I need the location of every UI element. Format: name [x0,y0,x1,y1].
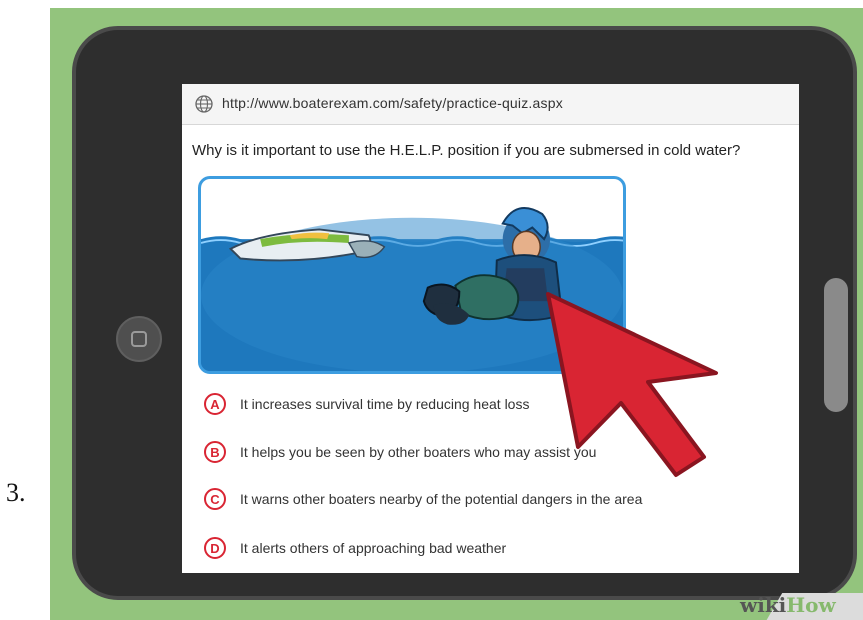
wikihow-logo-how: How [786,593,836,617]
answer-text-d: It alerts others of approaching bad weat… [240,540,507,556]
address-bar[interactable]: http://www.boaterexam.com/safety/practic… [182,84,799,125]
answer-letter-b: B [204,441,226,463]
wikihow-logo: wikiHow [740,593,836,617]
answer-option-c[interactable]: C It warns other boaters nearby of the p… [204,485,642,513]
answer-option-b[interactable]: B It helps you be seen by other boaters … [204,438,596,466]
globe-icon [195,95,213,113]
quiz-question: Why is it important to use the H.E.L.P. … [192,142,741,159]
answer-text-b: It helps you be seen by other boaters wh… [240,444,597,460]
tablet-device: http://www.boaterexam.com/safety/practic… [72,26,857,600]
tablet-screen: http://www.boaterexam.com/safety/practic… [182,84,799,573]
boat-and-person-in-water-illustration [198,176,626,374]
side-handle [824,278,848,412]
step-number: 3. [6,478,26,507]
answer-option-a[interactable]: A It increases survival time by reducing… [204,390,529,418]
answer-letter-d: D [204,537,226,559]
url-text[interactable]: http://www.boaterexam.com/safety/practic… [222,95,563,111]
answer-letter-c: C [204,488,226,510]
answer-option-d[interactable]: D It alerts others of approaching bad we… [204,534,506,562]
answer-text-c: It warns other boaters nearby of the pot… [240,491,643,507]
home-button[interactable] [116,316,162,362]
answer-text-a: It increases survival time by reducing h… [240,396,530,412]
answer-letter-a: A [204,393,226,415]
tablet-illustration: http://www.boaterexam.com/safety/practic… [50,8,863,620]
wikihow-logo-wiki: wiki [740,593,787,617]
